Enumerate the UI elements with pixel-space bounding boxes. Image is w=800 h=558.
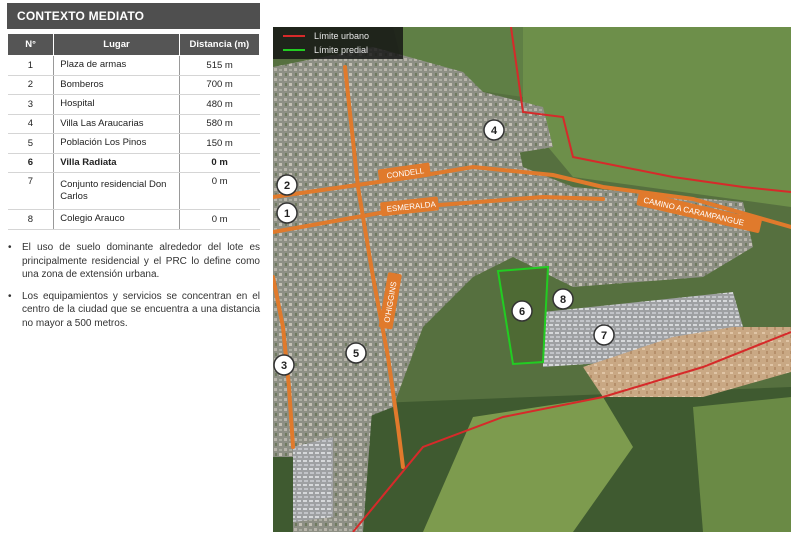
row-place: Villa Radiata (53, 152, 180, 173)
row-distance: 150 m (179, 133, 260, 154)
bullet-item: • El uso de suelo dominante alrededor de… (8, 241, 260, 282)
table-row: 2 Bomberos 700 m (7, 74, 260, 95)
row-number: 1 (7, 55, 55, 76)
row-number: 6 (7, 152, 55, 173)
row-distance: 515 m (179, 55, 260, 76)
legend-predial-limit: Límite predial (283, 45, 368, 55)
map-marker-8: 8 (552, 288, 574, 310)
legend-urban-limit: Límite urbano (283, 31, 369, 41)
table-row: 8 Colegio Arauco 0 m (7, 209, 260, 230)
row-distance: 0 m (179, 209, 260, 230)
row-number: 3 (7, 94, 55, 115)
col-header-number: N° (6, 33, 55, 56)
map-marker-6: 6 (511, 300, 533, 322)
svg-text:8: 8 (560, 294, 566, 306)
bullet-text: El uso de suelo dominante alrededor del … (22, 242, 260, 280)
row-place: Hospital (53, 94, 180, 115)
svg-text:5: 5 (353, 348, 359, 360)
col-header-place: Lugar (53, 33, 180, 56)
row-place: Población Los Pinos (53, 133, 180, 154)
map-marker-4: 4 (483, 119, 505, 141)
map-marker-2: 2 (276, 174, 298, 196)
section-title: CONTEXTO MEDIATO (7, 3, 260, 29)
bullet-text: Los equipamientos y servicios se concent… (22, 290, 260, 329)
row-distance: 580 m (179, 113, 260, 134)
field-south-east (693, 397, 791, 532)
legend-urban-line-icon (283, 35, 305, 37)
aerial-map: CONDELL ESMERALDA O'HIGGINS CAMINO A CAR… (273, 27, 791, 532)
row-number: 5 (7, 133, 55, 154)
row-number: 8 (7, 209, 55, 230)
map-legend: Límite urbano Límite predial (273, 27, 403, 59)
row-place: Bomberos (53, 74, 180, 95)
col-header-distance: Distancia (m) (178, 33, 261, 56)
legend-predial-line-icon (283, 49, 305, 51)
map-marker-3: 3 (273, 354, 295, 376)
row-distance: 0 m (179, 172, 260, 210)
row-distance: 0 m (179, 152, 260, 173)
bullet-dot-icon: • (8, 290, 12, 302)
bullet-list: • El uso de suelo dominante alrededor de… (8, 241, 260, 338)
svg-text:4: 4 (491, 125, 498, 137)
table-row-highlighted: 6 Villa Radiata 0 m (7, 152, 260, 173)
svg-text:2: 2 (284, 180, 290, 192)
row-number: 4 (7, 113, 55, 134)
row-place: Conjunto residencial Don Carlos (53, 172, 180, 210)
table-row: 3 Hospital 480 m (7, 94, 260, 115)
legend-predial-label: Límite predial (314, 45, 369, 55)
svg-text:3: 3 (281, 360, 287, 372)
map-marker-5: 5 (345, 342, 367, 364)
table-header-row: N° Lugar Distancia (m) (6, 33, 261, 56)
table-row: 1 Plaza de armas 515 m (7, 55, 260, 76)
map-marker-1: 1 (276, 202, 298, 224)
table-row: 4 Villa Las Araucarias 580 m (7, 113, 260, 134)
row-distance: 480 m (179, 94, 260, 115)
bullet-dot-icon: • (8, 242, 12, 253)
row-place: Plaza de armas (53, 55, 180, 76)
legend-urban-label: Límite urbano (314, 31, 370, 41)
map-marker-7: 7 (593, 324, 615, 346)
row-number: 2 (7, 74, 55, 95)
row-distance: 700 m (179, 74, 260, 95)
svg-text:6: 6 (519, 306, 525, 318)
row-number: 7 (7, 172, 55, 210)
table-row: 5 Población Los Pinos 150 m (7, 133, 260, 154)
svg-text:1: 1 (284, 208, 290, 220)
row-place: Villa Las Araucarias (53, 113, 180, 134)
places-table: N° Lugar Distancia (m) 1 Plaza de armas … (6, 33, 261, 230)
svg-text:7: 7 (601, 330, 607, 342)
row-place: Colegio Arauco (53, 209, 180, 230)
housing-south (293, 437, 333, 522)
bullet-item: • Los equipamientos y servicios se conce… (8, 290, 260, 331)
table-row: 7 Conjunto residencial Don Carlos 0 m (7, 172, 260, 210)
